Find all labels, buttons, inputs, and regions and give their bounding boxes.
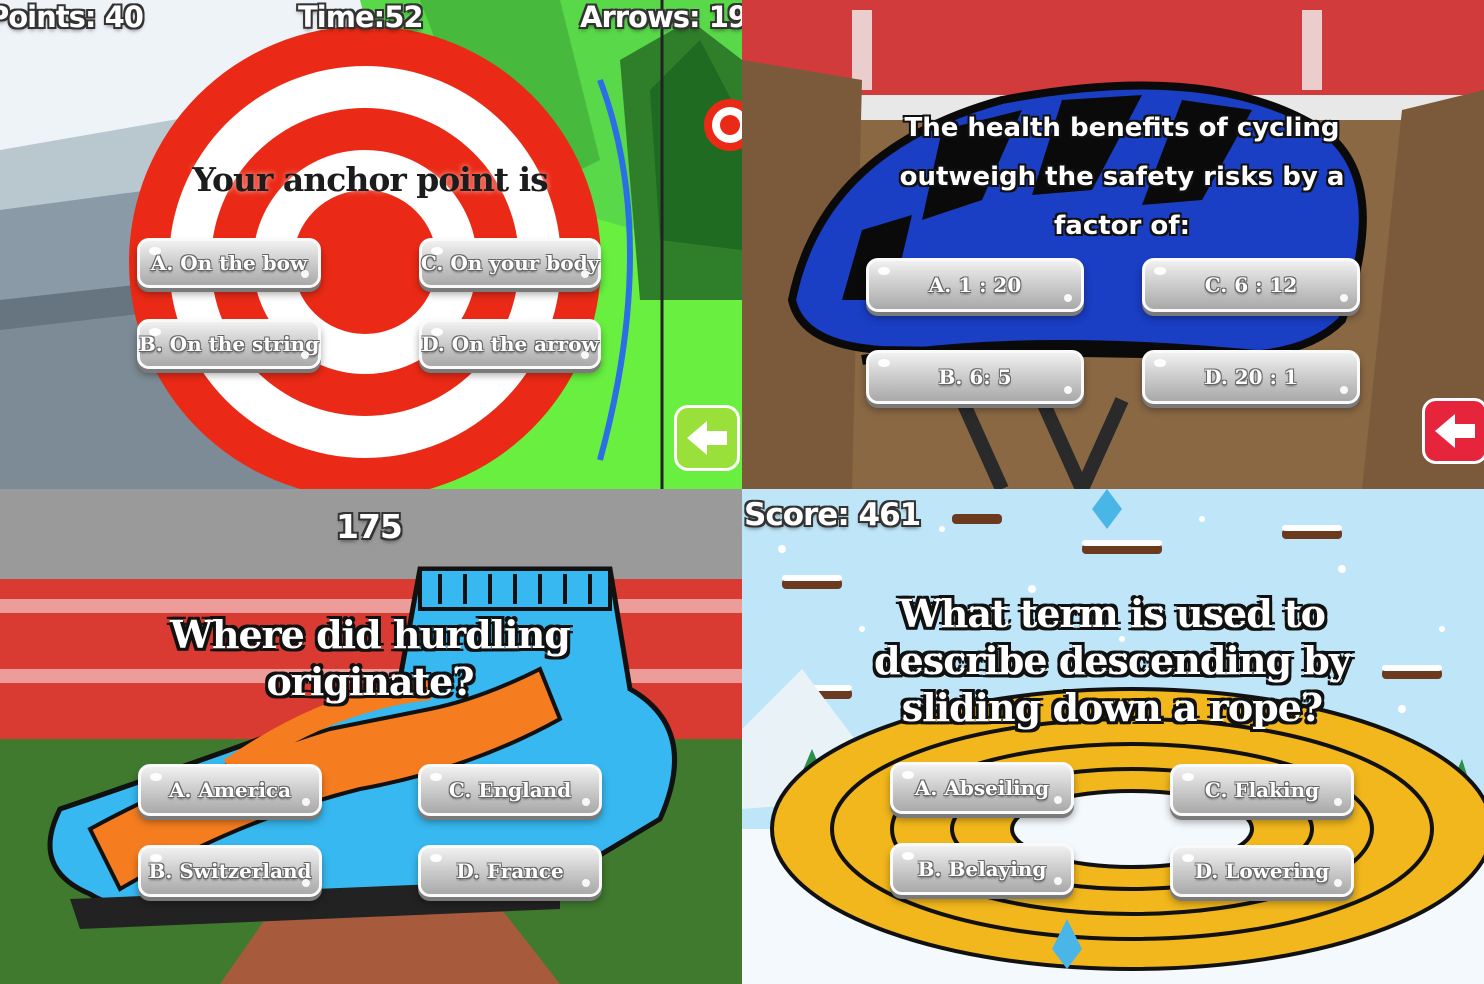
arrows-counter: Arrows: 19 bbox=[580, 0, 742, 34]
question-text: What term is used to describe descending… bbox=[822, 590, 1402, 731]
answer-a-button[interactable]: A. 1 : 20 bbox=[866, 258, 1084, 312]
question-line-1: The health benefits of cycling bbox=[904, 113, 1340, 143]
archery-scene-background bbox=[0, 0, 742, 489]
answer-d-button[interactable]: D. Lowering bbox=[1170, 845, 1354, 897]
score-counter: Score: 461 bbox=[744, 497, 921, 533]
question-line-1: What term is used to bbox=[899, 591, 1326, 636]
climbing-quiz-panel: Score: 461 What term is used to describe… bbox=[742, 489, 1484, 984]
question-line-3: sliding down a rope? bbox=[901, 685, 1323, 730]
question-line-2: describe descending by bbox=[874, 638, 1351, 683]
hurdling-scene-background bbox=[0, 489, 742, 984]
back-button[interactable] bbox=[1422, 398, 1484, 464]
answer-d-button[interactable]: D. 20 : 1 bbox=[1142, 350, 1360, 404]
answer-d-button[interactable]: D. On the arrow bbox=[419, 319, 601, 369]
answer-b-button[interactable]: B. 6: 5 bbox=[866, 350, 1084, 404]
answer-b-button[interactable]: B. Belaying bbox=[890, 843, 1074, 895]
hurdling-quiz-panel: 175 Where did hurdling originate? A. Ame… bbox=[0, 489, 742, 984]
answer-a-button[interactable]: A. America bbox=[138, 764, 322, 816]
answer-c-button[interactable]: C. 6 : 12 bbox=[1142, 258, 1360, 312]
points-counter: Points: 40 bbox=[0, 0, 144, 34]
question-text: The health benefits of cycling outweigh … bbox=[802, 104, 1442, 251]
question-line-2: originate? bbox=[266, 659, 474, 704]
climbing-scene-background bbox=[742, 489, 1484, 984]
answer-d-button[interactable]: D. France bbox=[418, 845, 602, 897]
cycling-quiz-panel: The health benefits of cycling outweigh … bbox=[742, 0, 1484, 489]
question-text: Where did hurdling originate? bbox=[80, 611, 660, 705]
question-line-3: factor of: bbox=[1053, 211, 1190, 241]
answer-b-button[interactable]: B. On the string bbox=[137, 319, 321, 369]
question-line-2: outweigh the safety risks by a bbox=[899, 162, 1345, 192]
back-button[interactable] bbox=[674, 405, 740, 471]
answer-b-button[interactable]: B. Switzerland bbox=[138, 845, 322, 897]
question-line-1: Where did hurdling bbox=[170, 612, 571, 657]
question-text: Your anchor point is bbox=[192, 160, 548, 199]
left-arrow-icon bbox=[1435, 414, 1475, 448]
answer-a-button[interactable]: A. On the bow bbox=[137, 238, 321, 288]
answer-a-button[interactable]: A. Abseiling bbox=[890, 762, 1074, 814]
answer-c-button[interactable]: C. England bbox=[418, 764, 602, 816]
archery-quiz-panel: Points: 40 Time:52 Arrows: 19 Your ancho… bbox=[0, 0, 742, 489]
time-counter: Time:52 bbox=[298, 0, 424, 34]
answer-c-button[interactable]: C. On your body bbox=[419, 238, 601, 288]
left-arrow-icon bbox=[687, 421, 727, 455]
answer-c-button[interactable]: C. Flaking bbox=[1170, 764, 1354, 816]
score-counter: 175 bbox=[336, 507, 403, 546]
